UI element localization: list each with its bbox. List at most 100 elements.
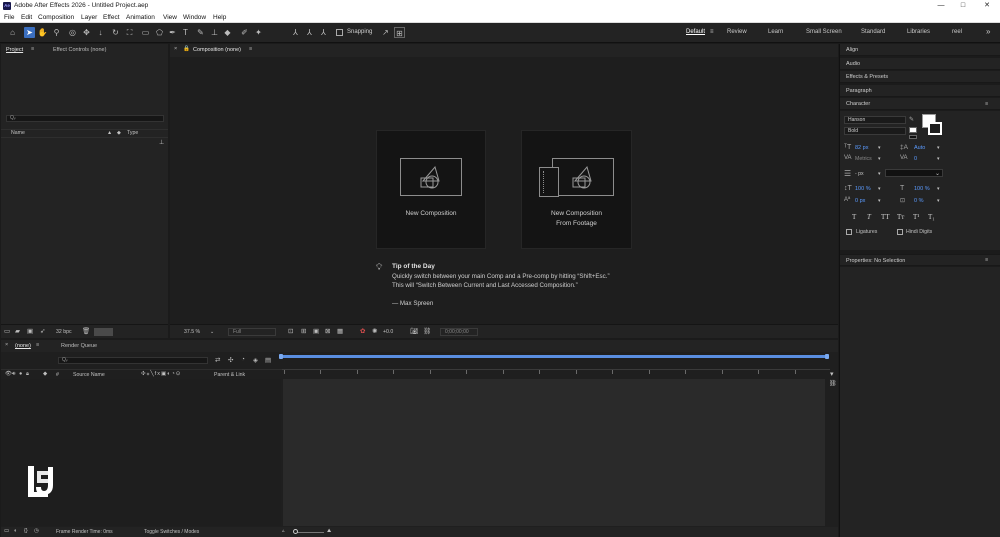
workspace-libraries[interactable]: Libraries <box>907 29 930 35</box>
type-tool-icon[interactable]: T <box>180 27 191 38</box>
menu-window[interactable]: Window <box>183 13 206 22</box>
zoom-tool-icon[interactable]: ⚲ <box>51 27 62 38</box>
zoom-dropdown[interactable]: 37.5 % <box>184 329 200 335</box>
effect-controls-tab[interactable]: Effect Controls (none) <box>53 47 106 53</box>
small-caps-button[interactable]: Tт <box>897 213 904 221</box>
new-folder-icon[interactable]: ▰ <box>15 327 20 335</box>
restore-button[interactable]: □ <box>956 1 970 11</box>
audio-panel-header[interactable]: Audio <box>840 58 1000 70</box>
shy-layers-icon[interactable]: ◔ <box>241 356 245 363</box>
hindi-digits-checkbox[interactable] <box>897 229 903 235</box>
transfer-controls-toggle-icon[interactable]: ◐ <box>14 528 17 534</box>
eraser-tool-icon[interactable]: ◆ <box>222 27 233 38</box>
roto-brush-tool-icon[interactable]: ✐ <box>239 27 250 38</box>
white-swatch-icon[interactable] <box>909 127 917 133</box>
workspace-small-screen[interactable]: Small Screen <box>806 29 842 35</box>
bit-depth-button[interactable]: 32 bpc <box>56 329 72 335</box>
workspace-review[interactable]: Review <box>727 29 747 35</box>
faux-italic-button[interactable]: T <box>867 213 871 221</box>
exposure-reset-icon[interactable]: ✺ <box>372 327 377 335</box>
menu-composition[interactable]: Composition <box>38 13 74 22</box>
menu-file[interactable]: File <box>4 13 14 22</box>
stroke-color-swatch[interactable] <box>928 122 942 135</box>
comp-button-icon[interactable]: ⛓ <box>829 380 837 387</box>
layer-outline-area[interactable] <box>1 379 281 526</box>
flowchart-icon[interactable]: ⊥ <box>159 139 164 146</box>
properties-menu-icon[interactable]: ≡ <box>985 257 988 263</box>
solo-switch-icon[interactable]: ● <box>19 371 22 377</box>
stroke-width-value[interactable]: - px <box>855 171 864 177</box>
mask-visibility-icon[interactable]: ▣ <box>313 327 319 335</box>
time-ruler[interactable] <box>282 369 830 370</box>
leading-chevron-icon[interactable]: ▾ <box>937 145 940 151</box>
tsume-chevron-icon[interactable]: ▾ <box>937 198 940 204</box>
axis-world-icon[interactable]: ⅄ <box>304 27 315 38</box>
new-composition-from-footage-button[interactable]: New Composition From Footage <box>521 130 632 249</box>
zoom-chevron-icon[interactable]: ⌄ <box>210 329 214 335</box>
eyedropper-icon[interactable]: ✎ <box>909 116 914 123</box>
home-icon[interactable]: ⌂ <box>7 27 18 38</box>
timeline-zoom-slider[interactable] <box>296 532 324 533</box>
workspace-reel[interactable]: reel <box>952 29 962 35</box>
workspace-learn[interactable]: Learn <box>768 29 783 35</box>
workspace-default[interactable]: Default <box>686 29 705 35</box>
new-composition-button[interactable]: New Composition <box>376 130 486 249</box>
grid-guides-icon[interactable]: ⊠ <box>325 327 330 335</box>
snapshot-camera-icon[interactable]: 📷︎ <box>410 327 418 335</box>
video-switch-icon[interactable]: 👁︎ <box>5 371 12 377</box>
subscript-button[interactable]: T₁ <box>928 213 935 221</box>
properties-panel-header[interactable]: Properties: No Selection <box>840 254 1000 266</box>
composition-tab-menu-icon[interactable]: ≡ <box>249 46 252 52</box>
font-size-chevron-icon[interactable]: ▾ <box>878 145 881 151</box>
align-panel-header[interactable]: Align <box>840 44 1000 56</box>
superscript-button[interactable]: T¹ <box>913 213 919 221</box>
workspace-overflow-icon[interactable]: » <box>986 27 990 36</box>
pan-camera-icon[interactable]: ✥ <box>81 27 92 38</box>
leading-value[interactable]: Auto <box>914 145 925 151</box>
menu-animation[interactable]: Animation <box>126 13 155 22</box>
region-of-interest-icon[interactable]: ⊡ <box>288 327 293 335</box>
paragraph-panel-header[interactable]: Paragraph <box>840 85 1000 97</box>
font-size-value[interactable]: 82 px <box>855 145 868 151</box>
workspace-standard[interactable]: Standard <box>861 29 885 35</box>
audio-switch-icon[interactable]: 🔊︎ <box>12 371 15 378</box>
new-composition-icon[interactable]: ▣ <box>27 327 33 335</box>
all-caps-button[interactable]: TT <box>881 213 890 221</box>
brush-tool-icon[interactable]: ✎ <box>195 27 206 38</box>
close-timeline-tab-icon[interactable]: × <box>5 342 8 348</box>
project-search-input[interactable]: Qᵥ <box>6 115 164 122</box>
channel-icon[interactable]: ▦ <box>337 327 343 335</box>
close-tab-icon[interactable]: × <box>174 46 177 52</box>
character-panel-header[interactable]: Character <box>840 98 1000 110</box>
black-swatch-icon[interactable] <box>909 135 917 139</box>
source-name-column[interactable]: Source Name <box>73 372 105 378</box>
kerning-value[interactable]: Metrics <box>855 156 872 162</box>
pen-tool-icon[interactable]: ✒ <box>167 27 178 38</box>
interpret-footage-icon[interactable]: ▭ <box>4 327 10 335</box>
zoom-in-icon[interactable]: ⛰ <box>327 528 331 534</box>
label-column-icon[interactable]: ◆ <box>43 371 47 377</box>
faux-bold-button[interactable]: T <box>852 213 856 221</box>
font-style-dropdown[interactable]: Bold <box>844 127 906 135</box>
workspace-menu-icon[interactable]: ≡ <box>710 29 714 35</box>
resolution-dropdown[interactable]: Full <box>228 328 276 336</box>
character-menu-icon[interactable]: ≡ <box>985 101 988 107</box>
transparency-grid-icon[interactable]: ⊞ <box>301 327 306 335</box>
project-settings-icon[interactable]: ➶ <box>40 327 45 335</box>
timeline-track-area[interactable] <box>283 379 825 526</box>
project-tab-menu-icon[interactable]: ≡ <box>31 46 34 52</box>
axis-view-icon[interactable]: ⅄ <box>318 27 329 38</box>
work-area-end-handle[interactable] <box>825 354 829 359</box>
render-queue-tab[interactable]: Render Queue <box>61 343 97 349</box>
shape-tool-icon[interactable]: ⬠ <box>154 27 165 38</box>
puppet-pin-tool-icon[interactable]: ✦ <box>253 27 264 38</box>
anchor-point-tool-icon[interactable]: ⛶ <box>124 27 135 38</box>
layer-switches-toggle-icon[interactable]: ▭ <box>4 528 9 534</box>
draft-3d-icon[interactable]: ✣ <box>228 356 233 364</box>
graph-editor-icon[interactable]: ▤ <box>265 356 271 364</box>
baseline-shift-value[interactable]: 0 px <box>855 198 865 204</box>
thumbnail-transparency-swatch[interactable] <box>94 328 113 336</box>
horizontal-scale-chevron-icon[interactable]: ▾ <box>937 186 940 192</box>
timeline-tab-menu-icon[interactable]: ≡ <box>36 342 39 348</box>
show-snapshot-icon[interactable]: ⛓ <box>423 327 431 335</box>
